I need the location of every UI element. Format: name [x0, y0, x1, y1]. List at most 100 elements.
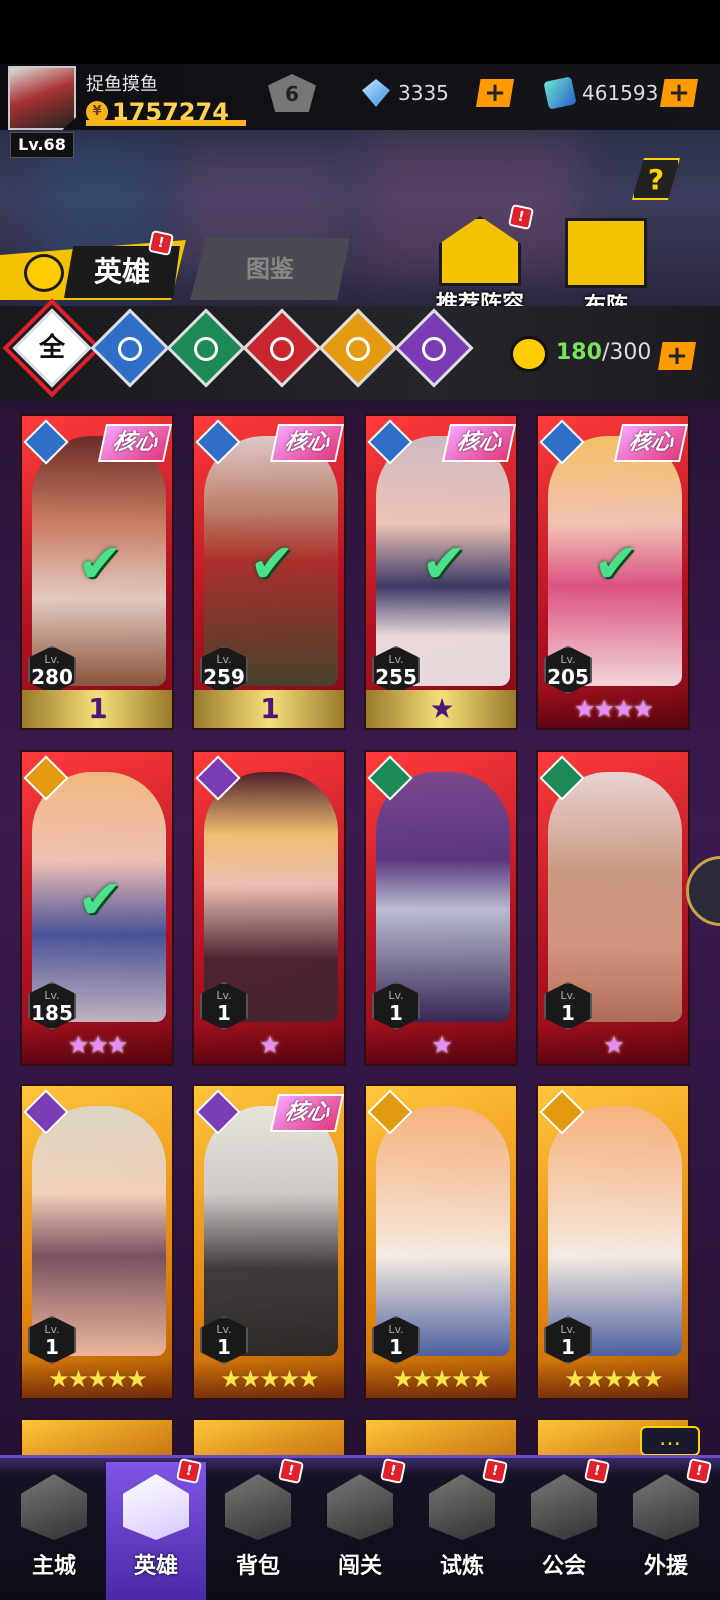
dark-element-icon: [409, 323, 459, 373]
hero-stars: ★★★★★: [392, 1365, 492, 1393]
hero-stars: ★: [431, 1031, 452, 1059]
nav-alert-badge: !: [277, 1457, 305, 1485]
recommend-alert-badge: !: [507, 203, 535, 231]
capacity-current: 180: [556, 340, 602, 365]
hero-level: 259: [203, 665, 245, 689]
hero-card[interactable]: 核心 ✔ Lv. 280 1: [20, 414, 174, 730]
hero-level: 1: [45, 1335, 59, 1359]
nav-main-city[interactable]: 主城: [4, 1462, 104, 1600]
hero-level: 1: [389, 1335, 403, 1359]
player-avatar[interactable]: [8, 66, 76, 130]
rank-wings: ★: [366, 690, 516, 728]
core-badge: 核心: [613, 424, 688, 462]
hero-level: 1: [389, 1001, 403, 1025]
hero-stars: ★★★: [67, 1031, 129, 1059]
star-rating: ★★★★: [538, 690, 688, 728]
core-badge: 核心: [97, 424, 172, 462]
tab-atlas[interactable]: 图鉴: [190, 238, 350, 300]
formation-button[interactable]: 布阵: [556, 218, 656, 320]
hero-stars: ★: [603, 1031, 624, 1059]
hero-card[interactable]: Lv. 1 ★: [364, 750, 518, 1066]
recommend-lineup-icon: [439, 216, 521, 286]
hero-card[interactable]: 核心 ✔ Lv. 255 ★: [364, 414, 518, 730]
nav-alert-badge: !: [685, 1457, 713, 1485]
ticket-icon: [543, 76, 577, 110]
player-level: Lv.68: [10, 132, 74, 158]
hero-card[interactable]: ✔ Lv. 185 ★★★: [20, 750, 174, 1066]
add-ticket-button[interactable]: +: [660, 79, 698, 107]
core-badge: 核心: [441, 424, 516, 462]
add-diamond-button[interactable]: +: [476, 79, 514, 107]
nav-alert-badge: !: [175, 1457, 203, 1485]
filter-all-label: 全: [38, 333, 65, 363]
main-city-icon: [21, 1474, 87, 1540]
hero-stars: ★★★★★: [48, 1365, 148, 1393]
formation-icon: [565, 218, 647, 288]
support-icon: [633, 1474, 699, 1540]
deployed-check-icon: ✔: [77, 532, 123, 595]
wind-element-icon: [181, 323, 231, 373]
diamond-icon: [362, 79, 390, 107]
nav-alert-badge: !: [379, 1457, 407, 1485]
ticket-resource: 461593 +: [543, 76, 698, 110]
hero-level: 205: [547, 665, 589, 689]
trial-icon: [429, 1474, 495, 1540]
stages-icon: [327, 1474, 393, 1540]
hero-capacity: 180/300: [556, 340, 651, 365]
hero-level: 185: [31, 1001, 73, 1025]
deployed-check-icon: ✔: [77, 868, 123, 931]
hero-card[interactable]: Lv. 1 ★★★★★: [536, 1084, 690, 1400]
hero-card[interactable]: 核心 Lv. 1 ★★★★★: [192, 1084, 346, 1400]
rank-wings: 1: [194, 690, 344, 728]
expand-capacity-button[interactable]: +: [658, 342, 696, 370]
diamond-resource: 3335 +: [362, 78, 514, 108]
hero-icon: [123, 1474, 189, 1540]
guild-icon: [531, 1474, 597, 1540]
star-rating: ★★★★★: [366, 1360, 516, 1398]
backpack-icon: [225, 1474, 291, 1540]
gold-bar: [86, 120, 246, 126]
hero-card-partial[interactable]: [192, 1418, 346, 1458]
hero-card-partial[interactable]: [20, 1418, 174, 1458]
hero-level: 1: [561, 1335, 575, 1359]
hero-card[interactable]: Lv. 1 ★: [536, 750, 690, 1066]
fire-element-icon: [257, 323, 307, 373]
system-status-bar: [0, 0, 720, 64]
hero-level: 1: [561, 1001, 575, 1025]
star-rating: ★★★★★: [22, 1360, 172, 1398]
nav-label: 背包: [235, 1554, 280, 1579]
star-rating: ★: [538, 1026, 688, 1064]
ticket-value: 461593: [582, 81, 659, 105]
nav-alert-badge: !: [481, 1457, 509, 1485]
core-badge: 核心: [269, 1094, 344, 1132]
hero-rank: 1: [88, 692, 108, 725]
nav-label: 外援: [643, 1554, 688, 1579]
nav-label: 公会: [541, 1554, 586, 1579]
capacity-max: /300: [601, 340, 652, 365]
hero-rank: ★: [429, 692, 454, 725]
star-rating: ★: [194, 1026, 344, 1064]
hero-card[interactable]: Lv. 1 ★★★★★: [20, 1084, 174, 1400]
deployed-check-icon: ✔: [421, 532, 467, 595]
chat-button[interactable]: …: [640, 1426, 700, 1456]
hero-card[interactable]: 核心 ✔ Lv. 259 1: [192, 414, 346, 730]
star-rating: ★★★★★: [538, 1360, 688, 1398]
hero-capacity-icon: [510, 336, 548, 372]
hero-card[interactable]: Lv. 1 ★★★★★: [364, 1084, 518, 1400]
deployed-check-icon: ✔: [249, 532, 295, 595]
hero-rank: 1: [260, 692, 280, 725]
recommend-lineup-button[interactable]: 推荐阵容: [432, 216, 528, 318]
hero-card[interactable]: 核心 ✔ Lv. 205 ★★★★: [536, 414, 690, 730]
nav-label: 试炼: [439, 1554, 484, 1579]
hero-stars: ★: [259, 1031, 280, 1059]
water-element-icon: [105, 323, 155, 373]
hero-card-partial[interactable]: [364, 1418, 518, 1458]
hero-level: 1: [217, 1335, 231, 1359]
player-name: 捉鱼摸鱼: [86, 74, 158, 95]
nav-label: 英雄: [133, 1554, 178, 1579]
hero-stars: ★★★★★: [220, 1365, 320, 1393]
diamond-value: 3335: [398, 81, 449, 105]
nav-label: 闯关: [337, 1554, 382, 1579]
hero-level: 280: [31, 665, 73, 689]
hero-card[interactable]: Lv. 1 ★: [192, 750, 346, 1066]
